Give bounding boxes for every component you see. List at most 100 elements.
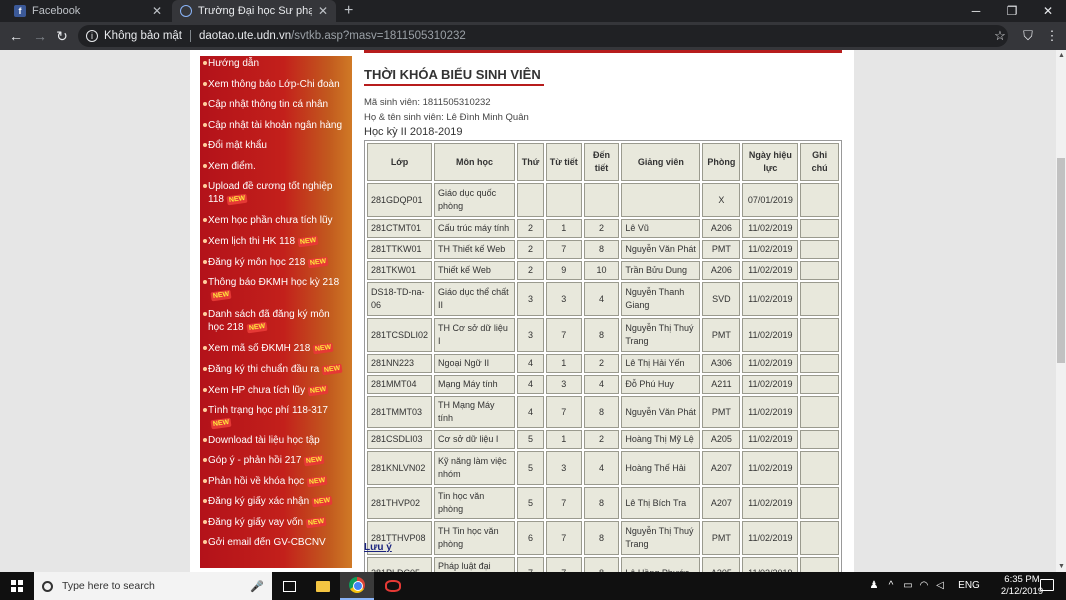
menu-icon[interactable]: ⋮ [1044, 28, 1060, 44]
tab-ute[interactable]: Trường Đại học Sư phạm Kỹ thuật ✕ [172, 0, 336, 22]
sidebar-item[interactable]: Xem mã số ĐKMH 218 NEW [203, 342, 348, 355]
table-cell: A207 [702, 451, 741, 485]
table-row: DS18-TD-na-06 Giáo dục thể chất II 3 3 4 Nguy… [367, 282, 839, 316]
table-cell [583, 183, 620, 217]
scroll-up-icon[interactable]: ▲ [1058, 52, 1065, 59]
sidebar-item[interactable]: Đổi mật khẩu [203, 139, 348, 152]
chevron-up-icon[interactable]: ^ [884, 572, 898, 600]
window-close-icon[interactable]: ✕ [1030, 0, 1066, 22]
reload-icon[interactable]: ↻ [54, 28, 70, 44]
notification-icon[interactable] [1040, 579, 1054, 591]
table-cell [800, 240, 839, 259]
table-cell: 281KNLVN02 [367, 451, 433, 485]
table-cell: 4 [517, 354, 544, 373]
start-button[interactable] [0, 572, 34, 600]
table-cell: 4 [583, 375, 620, 394]
table-cell [545, 183, 582, 217]
sidebar-item[interactable]: Hướng dẫn [203, 57, 348, 70]
sidebar-item-label: Xem điểm. [208, 161, 256, 172]
table-cell: 11/02/2019 [742, 261, 799, 280]
table-cell [800, 354, 839, 373]
tab-facebook[interactable]: f Facebook ✕ [6, 0, 170, 22]
table-row: 281GDQP01 Giáo dục quốc phòng X 07/01/2019 [367, 183, 839, 217]
new-badge-icon: NEW [246, 321, 268, 334]
chrome-button[interactable] [340, 572, 374, 600]
sidebar-item[interactable]: Cập nhật tài khoản ngân hàng [203, 119, 348, 132]
file-explorer-button[interactable] [306, 572, 340, 600]
info-icon[interactable]: i [86, 30, 98, 42]
volume-icon[interactable]: ◁ [932, 572, 948, 600]
task-view-button[interactable] [272, 572, 306, 600]
table-cell: 07/01/2019 [742, 183, 799, 217]
table-cell: A211 [702, 375, 741, 394]
back-icon[interactable]: ← [8, 28, 24, 44]
sidebar-item[interactable]: Đăng ký thi chuẩn đầu ra NEW [203, 363, 348, 376]
table-cell: 8 [583, 521, 620, 555]
note-link[interactable]: Lưu ý [364, 542, 392, 553]
battery-icon[interactable]: ▭ [900, 572, 916, 600]
schedule-table: Lớp Môn học Thứ Từ tiết Đến tiết Giảng viên Ph… [364, 140, 842, 572]
sidebar-item-label: Phản hồi về khóa học [208, 476, 305, 487]
table-cell: PMT [702, 240, 741, 259]
table-cell: DS18-TD-na-06 [367, 282, 433, 316]
sidebar-item[interactable]: Xem HP chưa tích lũy NEW [203, 384, 348, 397]
sidebar-item[interactable]: Đăng ký giấy vay vốn NEW [203, 516, 348, 529]
sidebar-item[interactable]: Gởi email đến GV-CBCNV [203, 536, 348, 549]
microphone-icon[interactable]: 🎤 [250, 580, 264, 593]
sidebar-item[interactable]: Đăng ký giấy xác nhận NEW [203, 495, 348, 508]
restore-icon[interactable]: ❐ [994, 0, 1030, 22]
column-header: Ngày hiệu lực [742, 143, 799, 181]
sidebar-item[interactable]: Danh sách đã đăng ký môn học 218 NEW [203, 308, 348, 334]
scroll-down-icon[interactable]: ▼ [1058, 563, 1065, 570]
table-cell [517, 183, 544, 217]
sidebar-item[interactable]: Xem lịch thi HK 118 NEW [203, 235, 348, 248]
sidebar-item[interactable]: Xem thông báo Lớp-Chi đoàn [203, 78, 348, 91]
sidebar-item[interactable]: Xem điểm. [203, 160, 348, 173]
table-cell: 7 [545, 521, 582, 555]
sidebar-item[interactable]: Upload đề cương tốt nghiệp 118 NEW [203, 180, 348, 206]
table-cell: 2 [517, 240, 544, 259]
table-row: 281TCSDLI02 TH Cơ sở dữ liệu I 3 7 8 Nguyễn T… [367, 318, 839, 352]
close-tab-icon[interactable]: ✕ [318, 4, 328, 18]
sidebar-item[interactable]: Thông báo ĐKMH học kỳ 218NEW [203, 276, 348, 302]
sidebar-item[interactable]: Góp ý - phản hồi 217 NEW [203, 454, 348, 467]
table-cell: 8 [583, 240, 620, 259]
new-badge-icon: NEW [312, 342, 335, 355]
incognito-icon[interactable]: ⛉ [1020, 28, 1036, 44]
bookmark-star-icon[interactable]: ☆ [992, 28, 1008, 44]
table-cell: 8 [583, 318, 620, 352]
wifi-icon[interactable]: ◠ [916, 572, 932, 600]
close-tab-icon[interactable]: ✕ [152, 4, 162, 18]
folder-icon [316, 580, 330, 592]
vertical-scrollbar[interactable]: ▲ ▼ [1056, 50, 1066, 572]
people-icon[interactable]: ♟ [866, 572, 882, 600]
sidebar-item[interactable]: Download tài liệu học tập [203, 434, 348, 447]
column-header: Môn học [434, 143, 516, 181]
column-header: Đến tiết [583, 143, 620, 181]
column-header: Từ tiết [545, 143, 582, 181]
table-row: 281TTHVP08 TH Tin học văn phòng 6 7 8 Nguyễn … [367, 521, 839, 555]
bullet-icon [203, 479, 207, 483]
app-button[interactable] [376, 572, 410, 600]
forward-icon[interactable]: → [32, 28, 48, 44]
new-tab-button[interactable]: + [344, 0, 353, 22]
table-cell: 7 [545, 318, 582, 352]
sidebar-item-label: Đăng ký giấy xác nhận [208, 496, 310, 507]
table-row: 281PLDC05Pháp luật đại cương778Lê Hồng P… [367, 557, 839, 572]
sidebar-item[interactable]: Xem học phần chưa tích lũy [203, 214, 348, 227]
taskbar-search[interactable]: Type here to search 🎤 [34, 572, 272, 600]
language-indicator[interactable]: ENG [954, 572, 984, 600]
student-id: Mã sinh viên: 1811505310232 [364, 97, 491, 108]
address-bar[interactable]: i Không bảo mật daotao.ute.udn.vn/svtkb.… [78, 25, 1008, 47]
minimize-icon[interactable]: ─ [958, 0, 994, 22]
search-icon [42, 580, 53, 592]
table-header-row: Lớp Môn học Thứ Từ tiết Đến tiết Giảng viên Ph… [367, 143, 839, 181]
table-cell: Lê Thị Bích Tra [621, 487, 701, 519]
sidebar-item[interactable]: Cập nhật thông tin cá nhân [203, 98, 348, 111]
sidebar-item[interactable]: Phản hồi về khóa học NEW [203, 475, 348, 488]
bullet-icon [203, 218, 207, 222]
sidebar-item[interactable]: Đăng ký môn học 218 NEW [203, 256, 348, 269]
column-header: Thứ [517, 143, 544, 181]
sidebar-item[interactable]: Tình trạng học phí 118-317NEW [203, 404, 348, 430]
scrollbar-thumb[interactable] [1057, 158, 1065, 363]
